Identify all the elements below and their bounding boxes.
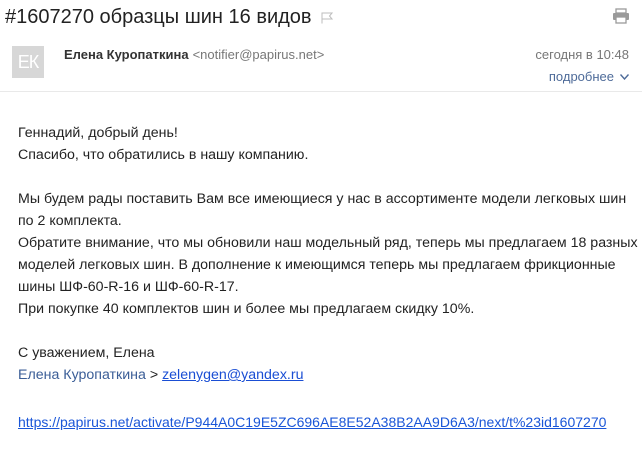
print-icon[interactable] [612, 8, 630, 24]
sender-email[interactable]: <notifier@papirus.net> [193, 47, 325, 62]
signature-separator: > [145, 367, 163, 383]
details-toggle[interactable]: подробнее [549, 69, 629, 84]
message-date: сегодня в 10:48 [535, 47, 629, 62]
activate-link[interactable]: https://papirus.net/activate/P944A0C19E5… [18, 413, 623, 432]
details-label[interactable]: подробнее [549, 69, 614, 84]
chevron-down-icon[interactable] [620, 73, 629, 80]
greeting: Геннадий, добрый день! [18, 125, 178, 141]
offer-paragraph: Мы будем рады поставить Вам все имеющиес… [18, 191, 627, 229]
signature-line: Елена Куропаткина > zelenygen@yandex.ru [18, 364, 638, 386]
sender-name-text[interactable]: Елена Куропаткина [64, 47, 189, 62]
message-subject: #1607270 образцы шин 16 видов [5, 4, 333, 30]
subject-text: #1607270 образцы шин 16 видов [5, 5, 312, 28]
sender-name[interactable]: Елена Куропаткина <notifier@papirus.net> [64, 47, 324, 62]
avatar[interactable]: ЕК [12, 46, 44, 78]
regards-line: С уважением, Елена [18, 345, 155, 361]
message-body: Геннадий, добрый день! Спасибо, что обра… [18, 122, 638, 386]
flag-icon[interactable] [321, 12, 333, 24]
signature-email-link[interactable]: zelenygen@yandex.ru [162, 367, 303, 383]
thanks-line: Спасибо, что обратились в нашу компанию. [18, 147, 309, 163]
discount-paragraph: При покупке 40 комплектов шин и более мы… [18, 301, 475, 317]
signature-name: Елена Куропаткина [18, 367, 146, 383]
update-paragraph: Обратите внимание, что мы обновили наш м… [18, 235, 638, 295]
sender-header: ЕК Елена Куропаткина <notifier@papirus.ne… [0, 36, 642, 92]
